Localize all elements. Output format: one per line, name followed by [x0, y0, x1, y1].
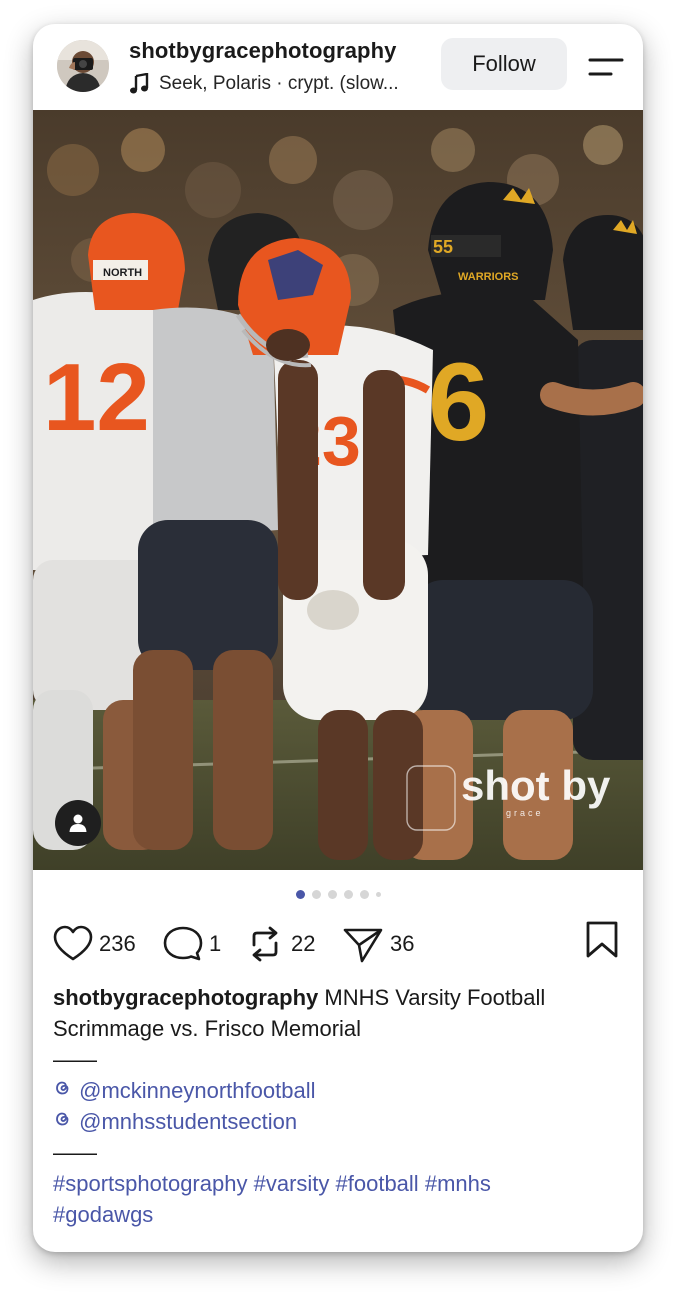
post-photo[interactable]: 6 55 WARRIORS 12 NORTH 23 shot by grace — [33, 110, 643, 870]
follow-button[interactable]: Follow — [441, 38, 567, 90]
menu-icon[interactable] — [587, 52, 625, 82]
person-icon — [69, 814, 87, 832]
caption-username[interactable]: shotbygracephotography — [53, 985, 318, 1010]
like-count: 236 — [99, 931, 136, 956]
comment-button[interactable]: 1 — [163, 920, 221, 968]
caption-divider: —— — [53, 1140, 97, 1165]
music-row[interactable]: Seek, Polaris · crypt. (slow... — [129, 72, 399, 96]
save-button[interactable] — [585, 920, 619, 965]
heart-icon — [53, 925, 93, 961]
hashtag-link[interactable]: #mnhs — [425, 1171, 491, 1196]
mention-link[interactable]: @mckinneynorthfootball — [53, 1075, 623, 1106]
post-caption: shotbygracephotography MNHS Varsity Foot… — [53, 982, 623, 1230]
hashtag-link[interactable]: #football — [336, 1171, 419, 1196]
music-note-icon — [130, 73, 149, 94]
carousel-dot[interactable] — [295, 889, 305, 899]
comment-icon — [163, 926, 203, 961]
threads-icon — [56, 1112, 69, 1126]
repost-icon — [252, 926, 278, 962]
carousel-dot[interactable] — [359, 889, 369, 899]
caption-text: MNHS Varsity Football — [324, 985, 546, 1010]
music-track: Seek, Polaris · crypt. (slow... — [159, 73, 399, 94]
helmet-text: NORTH — [103, 267, 142, 279]
like-button[interactable]: 236 — [53, 920, 136, 968]
avatar[interactable] — [57, 40, 109, 92]
caption-line: shotbygracephotography MNHS Varsity Foot… — [53, 982, 623, 1013]
bookmark-icon — [586, 921, 618, 958]
helmet-number: 55 — [433, 237, 453, 257]
watermark-line2: grace — [506, 808, 544, 818]
hashtag-link[interactable]: #varsity — [254, 1171, 330, 1196]
jersey-number-right: 6 — [428, 341, 489, 464]
carousel-indicator — [33, 888, 643, 900]
action-bar: 236 1 22 36 — [33, 920, 643, 972]
threads-icon — [56, 1081, 69, 1095]
comment-count: 1 — [209, 931, 222, 956]
caption-text-line2: Scrimmage vs. Frisco Memorial — [53, 1016, 362, 1041]
hashtags-line: #godawgs — [53, 1199, 623, 1230]
share-icon — [343, 928, 383, 963]
repost-count: 22 — [291, 931, 316, 956]
carousel-dot[interactable] — [375, 891, 381, 897]
post-header: shotbygracephotography Seek, Polaris · c… — [33, 24, 643, 110]
carousel-dot[interactable] — [343, 889, 353, 899]
share-button[interactable]: 36 — [342, 920, 414, 968]
carousel-dot[interactable] — [327, 889, 337, 899]
repost-button[interactable]: 22 — [245, 920, 315, 968]
carousel-dot[interactable] — [311, 889, 321, 899]
mention-link[interactable]: @mnhsstudentsection — [53, 1106, 623, 1137]
watermark-line1: shot by — [461, 762, 611, 809]
post-username[interactable]: shotbygracephotography — [129, 38, 396, 64]
post-card: shotbygracephotography Seek, Polaris · c… — [33, 24, 643, 1252]
hashtags-line: #sportsphotography #varsity #football #m… — [53, 1168, 623, 1199]
caption-divider: —— — [53, 1047, 97, 1072]
mention-text: @mckinneynorthfootball — [79, 1078, 316, 1103]
share-count: 36 — [390, 931, 415, 956]
helmet-team: WARRIORS — [458, 271, 519, 283]
avatar-image — [57, 40, 109, 92]
hashtag-link[interactable]: #godawgs — [53, 1202, 153, 1227]
mention-text: @mnhsstudentsection — [79, 1109, 298, 1134]
hashtag-link[interactable]: #sportsphotography — [53, 1171, 247, 1196]
football-photo: 6 55 WARRIORS 12 NORTH 23 shot by grace — [33, 110, 643, 870]
tagged-people-button[interactable] — [55, 800, 101, 846]
jersey-number-left: 12 — [43, 344, 150, 451]
